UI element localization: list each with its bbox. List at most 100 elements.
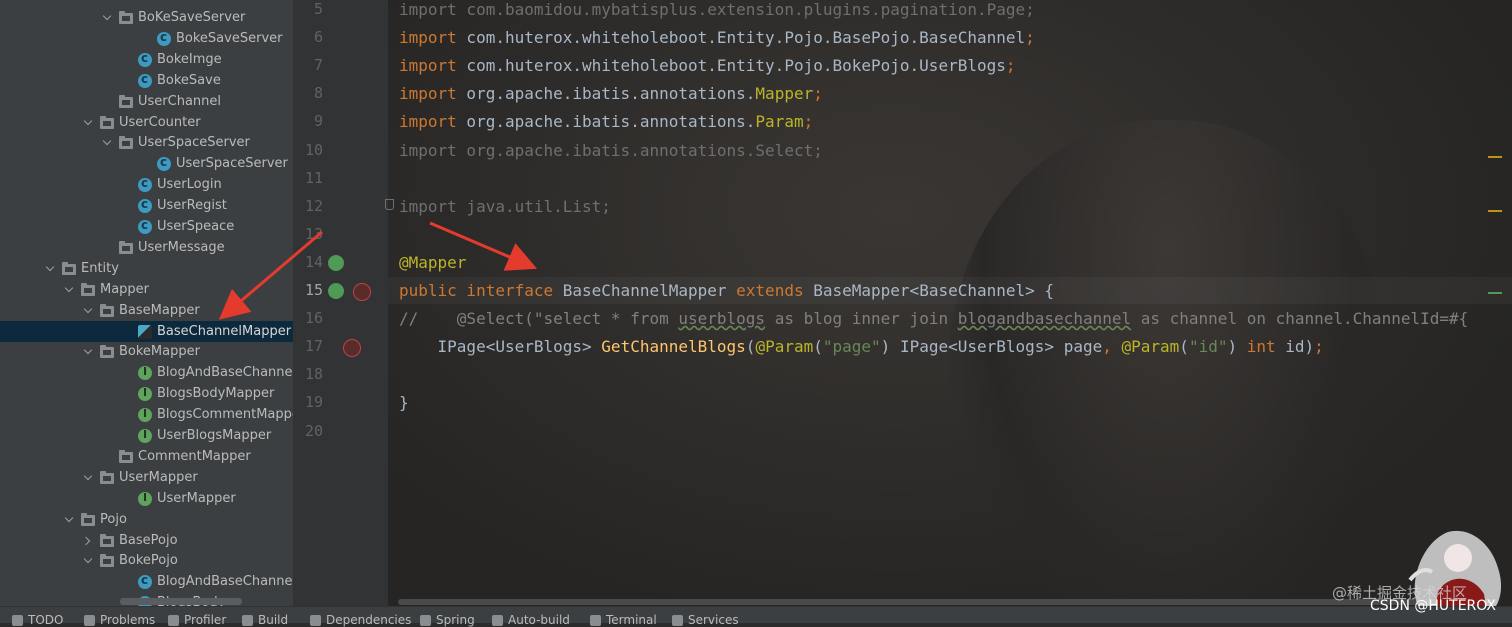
class-icon xyxy=(157,155,171,171)
line-number: 7 xyxy=(313,56,323,74)
line-number: 17 xyxy=(304,337,323,355)
tree-item[interactable]: CommentMapper xyxy=(0,446,293,467)
chevron-down-icon[interactable] xyxy=(102,137,114,149)
tree-item-label: UserSpeace xyxy=(157,219,235,234)
tool-window-label: Problems xyxy=(100,613,156,627)
info-marker[interactable] xyxy=(1488,292,1502,294)
tree-item-label: CommentMapper xyxy=(138,449,251,464)
tree-item[interactable]: UserMapper xyxy=(0,488,293,509)
tree-scrollbar[interactable] xyxy=(120,598,242,605)
code-editor[interactable]: import com.baomidou.mybatisplus.extensio… xyxy=(388,0,1512,606)
tool-window-build[interactable]: Build xyxy=(242,613,288,627)
tree-item[interactable]: BlogAndBaseChannel xyxy=(0,571,293,592)
chevron-down-icon[interactable] xyxy=(64,284,76,296)
tool-window-terminal[interactable]: Terminal xyxy=(590,613,657,627)
code-line[interactable]: public interface BaseChannelMapper exten… xyxy=(399,281,1054,300)
tree-item[interactable]: BasePojo xyxy=(0,530,293,551)
fold-marker-icon[interactable] xyxy=(385,199,394,210)
code-line[interactable]: import java.util.List; xyxy=(399,197,611,216)
code-line[interactable]: import org.apache.ibatis.annotations.Par… xyxy=(399,112,813,131)
chevron-down-icon[interactable] xyxy=(83,472,95,484)
code-token: ; xyxy=(803,112,814,131)
tree-item[interactable]: UserBlogsMapper xyxy=(0,425,293,446)
tree-item[interactable]: UserMessage xyxy=(0,237,293,258)
chevron-down-icon[interactable] xyxy=(64,514,76,526)
interface-icon xyxy=(138,407,152,422)
class-icon xyxy=(157,30,171,46)
code-token: extends xyxy=(736,281,804,300)
chevron-right-icon[interactable] xyxy=(83,535,95,547)
chevron-down-icon[interactable] xyxy=(83,117,95,129)
tree-item[interactable]: BokeImge xyxy=(0,49,293,70)
tree-item[interactable]: BaseChannelMapper xyxy=(0,321,293,342)
tree-item[interactable]: BoKeSaveServer xyxy=(0,7,293,28)
folder-icon xyxy=(119,135,133,149)
folder-icon xyxy=(62,261,76,275)
code-line[interactable]: @Mapper xyxy=(399,253,466,272)
tree-item[interactable]: UserMapper xyxy=(0,467,293,488)
tree-item-label: UserBlogsMapper xyxy=(157,428,272,443)
tool-window-profiler[interactable]: Profiler xyxy=(168,613,226,627)
warning-marker[interactable] xyxy=(1488,156,1502,158)
tree-item[interactable]: UserChannel xyxy=(0,91,293,112)
tree-item[interactable]: Pojo xyxy=(0,509,293,530)
code-line[interactable]: import org.apache.ibatis.annotations.Map… xyxy=(399,84,823,103)
folder-icon xyxy=(100,553,114,567)
tree-item[interactable]: BokeSaveServer xyxy=(0,28,293,49)
code-token: Mapper xyxy=(755,84,814,103)
tree-item[interactable]: BokeMapper xyxy=(0,341,293,362)
list-icon xyxy=(12,614,23,626)
project-tree[interactable]: BoKeSaveServer BokeSaveServer BokeImge Boke… xyxy=(0,0,293,606)
tool-window-dependencies[interactable]: Dependencies xyxy=(310,613,411,627)
class-icon xyxy=(138,176,152,192)
tool-window-spring[interactable]: Spring xyxy=(420,613,475,627)
tree-item[interactable]: UserCounter xyxy=(0,112,293,133)
code-line[interactable]: import org.apache.ibatis.annotations.Sel… xyxy=(399,141,823,160)
tree-item[interactable]: Entity xyxy=(0,258,293,279)
line-number: 6 xyxy=(313,28,323,46)
tree-item[interactable]: BokePojo xyxy=(0,550,293,571)
tool-window-todo[interactable]: TODO xyxy=(12,613,63,627)
tree-item-label: BasePojo xyxy=(119,533,178,548)
code-line[interactable]: IPage<UserBlogs> GetChannelBlogs(@Param(… xyxy=(399,337,1324,356)
class-icon xyxy=(138,218,152,234)
tree-item[interactable]: BlogAndBaseChannelMapper xyxy=(0,362,293,383)
tree-item[interactable]: BokeSave xyxy=(0,70,293,91)
mybatis-bird-icon[interactable] xyxy=(353,283,371,301)
code-line[interactable]: import com.baomidou.mybatisplus.extensio… xyxy=(399,0,1035,19)
tree-item[interactable]: BlogsBodyMapper xyxy=(0,383,293,404)
tree-item-label: Mapper xyxy=(100,282,150,297)
chevron-down-icon[interactable] xyxy=(83,346,95,358)
line-number: 20 xyxy=(304,422,323,440)
tree-item-label: UserLogin xyxy=(157,177,222,192)
chevron-down-icon[interactable] xyxy=(83,555,95,567)
code-line[interactable]: } xyxy=(399,393,409,412)
tree-item[interactable]: BlogsCommentMapper xyxy=(0,404,293,425)
tree-item[interactable]: UserSpaceServer xyxy=(0,132,293,153)
chevron-down-icon[interactable] xyxy=(102,12,114,24)
mybatis-bird-icon[interactable] xyxy=(343,339,361,357)
code-token: IPage<UserBlogs> xyxy=(399,337,602,356)
tree-item[interactable]: Mapper xyxy=(0,279,293,300)
tool-window-auto-build[interactable]: Auto-build xyxy=(492,613,570,627)
tool-window-problems[interactable]: Problems xyxy=(84,613,155,627)
chevron-down-icon[interactable] xyxy=(45,263,57,275)
tree-item[interactable]: UserRegist xyxy=(0,195,293,216)
interface-icon xyxy=(138,386,152,401)
folder-icon xyxy=(100,533,114,547)
spring-icon xyxy=(420,614,431,626)
code-token: ; xyxy=(1025,28,1035,47)
tree-item-label: BokePojo xyxy=(119,553,178,568)
implemented-icon[interactable] xyxy=(328,283,344,299)
tree-item[interactable]: UserSpeace xyxy=(0,216,293,237)
tool-window-services[interactable]: Services xyxy=(672,613,739,627)
tree-item[interactable]: UserSpaceServer xyxy=(0,153,293,174)
warning-marker[interactable] xyxy=(1488,210,1502,212)
code-line[interactable]: import com.huterox.whiteholeboot.Entity.… xyxy=(399,56,1016,75)
spring-bean-icon[interactable] xyxy=(328,255,344,271)
code-line[interactable]: // @Select("select * from userblogs as b… xyxy=(399,309,1468,328)
chevron-down-icon[interactable] xyxy=(83,305,95,317)
code-line[interactable]: import com.huterox.whiteholeboot.Entity.… xyxy=(399,28,1035,47)
tree-item[interactable]: BaseMapper xyxy=(0,300,293,321)
tree-item[interactable]: UserLogin xyxy=(0,174,293,195)
